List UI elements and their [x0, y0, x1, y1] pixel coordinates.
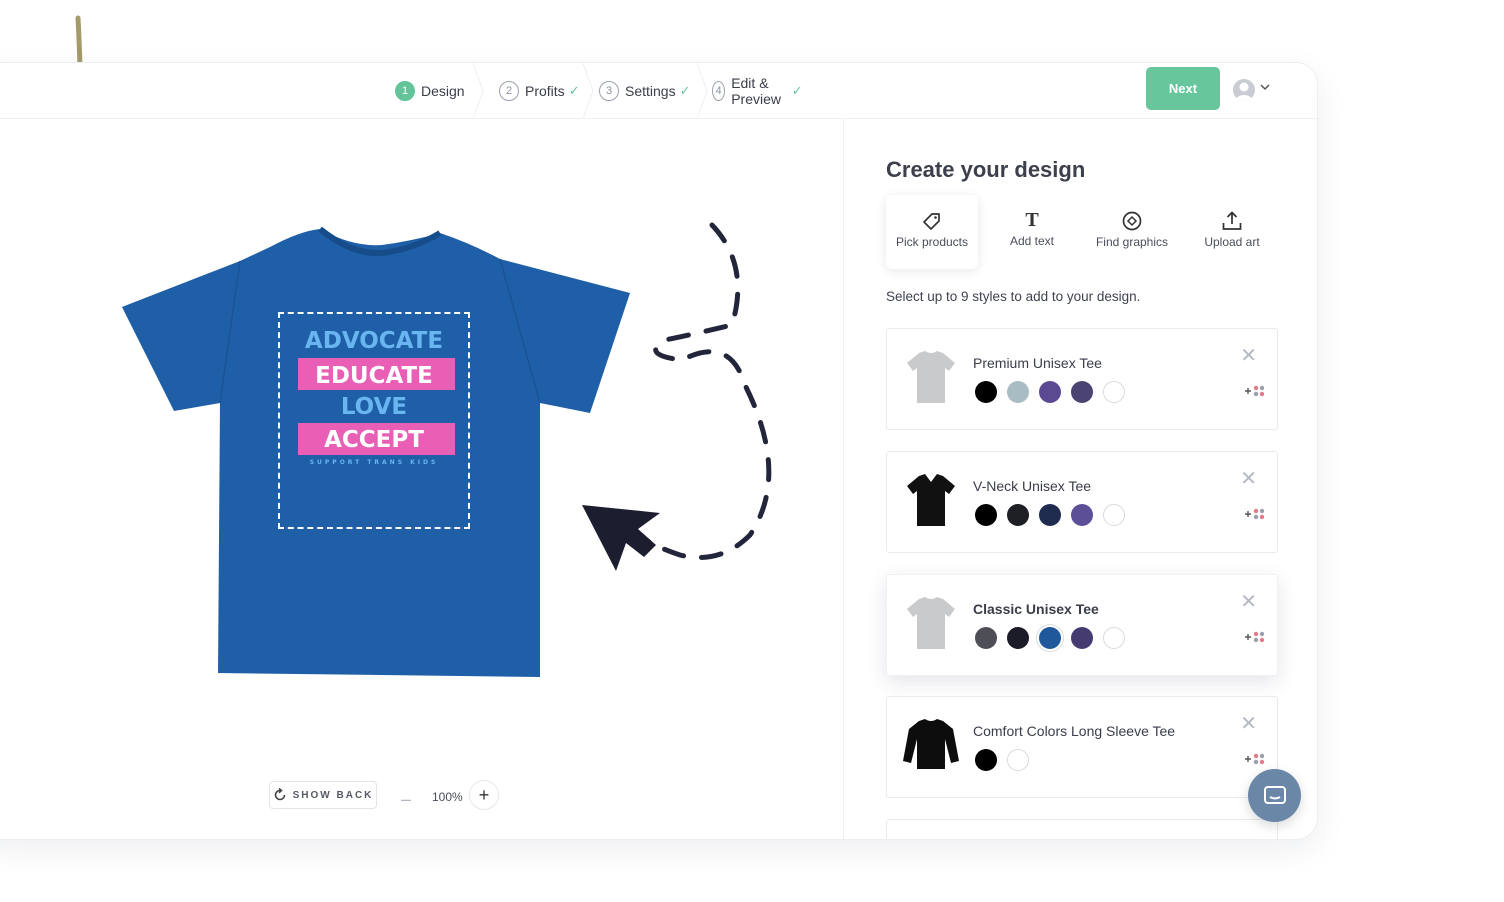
tool-pick-products[interactable]: Pick products: [886, 195, 978, 269]
step-design[interactable]: 1 Design: [395, 79, 465, 103]
chevron-down-icon[interactable]: [1259, 81, 1271, 93]
tool-add-text[interactable]: T Add text: [986, 195, 1078, 269]
product-card[interactable]: Comfort Colors Long Sleeve Tee ✕: [886, 696, 1278, 798]
zoom-out-button[interactable]: –: [401, 789, 411, 810]
tool-label: Upload art: [1204, 235, 1260, 249]
add-colors-icon[interactable]: [1243, 383, 1267, 399]
step-settings[interactable]: 3 Settings ✓: [599, 79, 691, 103]
color-swatch[interactable]: [1007, 381, 1029, 403]
chat-button[interactable]: [1248, 769, 1301, 822]
color-swatch[interactable]: [1103, 381, 1125, 403]
step-profits[interactable]: 2 Profits ✓: [499, 79, 580, 103]
color-swatches: [975, 627, 1135, 649]
step-label: Edit & Preview: [731, 75, 781, 107]
product-name: Premium Unisex Tee: [973, 355, 1102, 371]
user-icon: [1235, 82, 1253, 101]
step-label: Settings: [625, 83, 676, 99]
design-tagline: SUPPORT TRANS KIDS: [309, 459, 439, 466]
zoom-in-button[interactable]: +: [469, 780, 499, 810]
graphics-icon: [1122, 211, 1142, 231]
product-name: Classic Unisex Tee: [973, 601, 1099, 617]
add-colors-icon[interactable]: [1243, 506, 1267, 522]
upload-icon: [1222, 211, 1242, 230]
step-label: Design: [421, 83, 465, 99]
design-text: ADVOCATE: [304, 328, 444, 354]
color-swatch[interactable]: [1007, 504, 1029, 526]
tool-label: Add text: [1009, 234, 1055, 248]
color-swatches: [975, 749, 1039, 771]
step-separator: [582, 63, 594, 119]
product-name: V-Neck Unisex Tee: [973, 478, 1092, 494]
close-icon[interactable]: ✕: [1240, 589, 1257, 614]
color-swatch-selected[interactable]: [1039, 627, 1061, 649]
color-swatch[interactable]: [1007, 749, 1029, 771]
tshirt-thumbnail: [907, 351, 955, 403]
product-card-selected[interactable]: Classic Unisex Tee ✕: [886, 574, 1278, 676]
product-card[interactable]: Premium Unisex Tee ✕: [886, 328, 1278, 430]
close-icon[interactable]: ✕: [1240, 711, 1257, 736]
add-colors-icon[interactable]: [1243, 751, 1267, 767]
tool-label: Pick products: [895, 235, 969, 249]
panel-title: Create your design: [886, 157, 1086, 182]
avatar[interactable]: [1233, 79, 1255, 101]
color-swatch[interactable]: [1007, 627, 1029, 649]
tshirt-thumbnail: [907, 474, 955, 526]
step-number: 1: [395, 81, 415, 101]
color-swatches: [975, 504, 1135, 526]
topbar: 1 Design 2 Profits ✓ 3 Settings ✓ 4 Edit…: [0, 63, 1317, 119]
chevron-down-icon[interactable]: ⌄: [1240, 826, 1257, 839]
step-number: 4: [712, 81, 726, 101]
color-swatch[interactable]: [975, 749, 997, 771]
color-swatch[interactable]: [1039, 504, 1061, 526]
color-swatch[interactable]: [1039, 381, 1061, 403]
dashed-arrow-doodle: [582, 222, 772, 571]
next-button[interactable]: Next: [1146, 67, 1220, 110]
color-swatch[interactable]: [1071, 504, 1093, 526]
product-card-partial[interactable]: ⌄: [886, 819, 1278, 839]
show-back-label: SHOW BACK: [292, 789, 374, 801]
color-swatch[interactable]: [975, 627, 997, 649]
tag-icon: [923, 213, 940, 230]
tool-find-graphics[interactable]: Find graphics: [1086, 195, 1178, 269]
check-icon: ✓: [679, 83, 691, 98]
tshirt-thumbnail: [907, 597, 955, 649]
color-swatch[interactable]: [1071, 381, 1093, 403]
product-card[interactable]: V-Neck Unisex Tee ✕: [886, 451, 1278, 553]
check-icon: ✓: [791, 83, 803, 98]
zoom-level: 100%: [432, 790, 463, 804]
check-icon: ✓: [568, 83, 580, 98]
show-back-button[interactable]: SHOW BACK: [269, 781, 377, 809]
selection-hint: Select up to 9 styles to add to your des…: [886, 289, 1141, 304]
step-number: 2: [499, 81, 519, 101]
text-icon: T: [1025, 209, 1039, 231]
product-name: Comfort Colors Long Sleeve Tee: [973, 723, 1176, 739]
color-swatch[interactable]: [1103, 504, 1125, 526]
step-label: Profits: [525, 83, 565, 99]
add-colors-icon[interactable]: [1243, 629, 1267, 645]
close-icon[interactable]: ✕: [1240, 466, 1257, 491]
tool-label: Find graphics: [1095, 235, 1169, 249]
step-separator: [472, 63, 484, 119]
color-swatch[interactable]: [975, 504, 997, 526]
tool-upload-art[interactable]: Upload art: [1186, 195, 1278, 269]
color-swatch[interactable]: [1103, 627, 1125, 649]
print-area[interactable]: ADVOCATE EDUCATE LOVE ACCEPT SUPPORT TRA…: [278, 312, 470, 529]
longsleeve-thumbnail: [903, 719, 959, 769]
step-separator: [696, 63, 708, 119]
design-text: ACCEPT: [324, 427, 424, 453]
rotate-icon: [274, 788, 285, 801]
color-swatch[interactable]: [975, 381, 997, 403]
design-text: EDUCATE: [315, 363, 433, 389]
color-swatches: [975, 381, 1135, 403]
design-panel: Create your design Pick products T Add t…: [843, 119, 1317, 839]
step-edit-preview[interactable]: 4 Edit & Preview ✓: [712, 75, 803, 107]
close-icon[interactable]: ✕: [1240, 343, 1257, 368]
design-text: LOVE: [340, 394, 408, 420]
chat-icon: [1263, 785, 1286, 804]
color-swatch[interactable]: [1071, 627, 1093, 649]
step-number: 3: [599, 81, 619, 101]
